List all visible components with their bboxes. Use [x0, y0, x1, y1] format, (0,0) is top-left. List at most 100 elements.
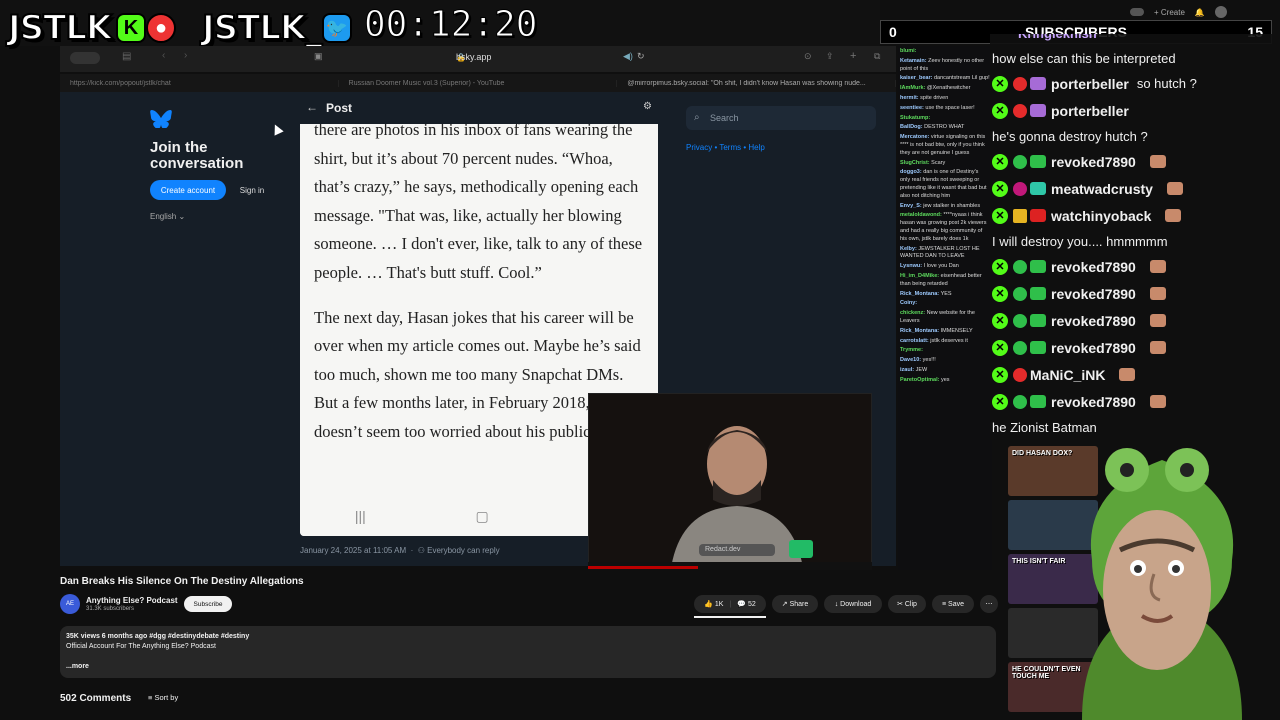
like-count: 1K	[714, 600, 724, 608]
small-chat-username[interactable]: SlugChrist:	[900, 160, 930, 166]
chat-username[interactable]: porterbeller	[1051, 76, 1129, 92]
back-arrow-icon[interactable]: ←	[306, 100, 318, 114]
settings-sliders-icon[interactable]: ⚙	[643, 101, 652, 112]
show-more-link[interactable]: ...more	[66, 662, 990, 672]
small-chat-username[interactable]: Mercatone:	[900, 134, 929, 140]
sort-by-button[interactable]: ≡ Sort by	[148, 693, 178, 702]
small-chat-username[interactable]: kaiser_bear:	[900, 75, 932, 81]
subscribe-button[interactable]: Subscribe	[184, 596, 232, 612]
description-box[interactable]: 35K views 6 months ago #dgg #destinydeba…	[60, 626, 996, 678]
chat-username[interactable]: revoked7890	[1051, 394, 1136, 410]
chat-username[interactable]: MaNiC_iNK	[1030, 367, 1105, 383]
channel-name[interactable]: Anything Else? Podcast	[86, 596, 178, 605]
recents-icon: |||	[354, 508, 366, 524]
small-chat-username[interactable]: IAmMurk:	[900, 85, 925, 91]
subscriber-badge-icon	[1030, 287, 1046, 300]
create-account-button[interactable]: Create account	[150, 180, 226, 200]
chat-username[interactable]: watchinyoback	[1051, 208, 1151, 224]
new-tab-icon[interactable]: +	[850, 50, 856, 62]
extension-icon[interactable]	[1130, 8, 1144, 16]
like-dislike-button[interactable]: 👍 1K | 💬 52	[694, 595, 766, 613]
comments-count: 502 Comments	[60, 693, 132, 704]
save-button[interactable]: ≡ Save	[932, 595, 974, 613]
tab-youtube[interactable]: Russian Doomer Music vol.3 (Superior) - …	[339, 79, 618, 87]
small-chat-username[interactable]: ParetoOptimal:	[900, 377, 939, 383]
small-chat-message: IAmMurk: @Xenathewitcher	[900, 85, 990, 93]
small-chat-username[interactable]: seentiee:	[900, 105, 924, 111]
small-chat-username[interactable]: Stukatump:	[900, 115, 930, 121]
mod-badge-icon[interactable]: ✕	[992, 312, 1008, 329]
window-controls[interactable]	[70, 52, 100, 64]
mod-badge-icon[interactable]: ✕	[992, 366, 1008, 383]
chat-username[interactable]: revoked7890	[1051, 340, 1136, 356]
subscriber-badge-icon	[1030, 182, 1046, 195]
footer-links[interactable]: Privacy • Terms • Help	[686, 143, 765, 152]
small-chat-message: Lysnwu: I love you Dan	[900, 263, 990, 271]
small-chat-username[interactable]: Kelby:	[900, 246, 917, 252]
share-icon[interactable]: ⇪	[826, 51, 834, 62]
chat-username[interactable]: porterbeller	[1051, 103, 1129, 119]
small-chat-message: chickenz: New website for the Leavers	[900, 310, 990, 326]
download-button[interactable]: ↓ Download	[824, 595, 882, 613]
avatar[interactable]	[1214, 6, 1227, 18]
mod-badge-icon[interactable]: ✕	[992, 75, 1008, 92]
small-chat-username[interactable]: carrotslatt:	[900, 338, 929, 344]
mod-badge-icon[interactable]: ✕	[992, 180, 1008, 197]
tab-bsky-post[interactable]: @mirrorpimus.bsky.social: "Oh shit, I di…	[617, 79, 897, 87]
small-chat-message: kaiser_bear: dancantstream Lil gup!	[900, 75, 990, 83]
chat-username[interactable]: revoked7890	[1051, 154, 1136, 170]
language-select[interactable]: English ⌄	[150, 212, 185, 221]
sidebar-icon[interactable]: ▤	[122, 51, 131, 62]
sign-in-button[interactable]: Sign in	[232, 180, 272, 200]
small-chat-username[interactable]: BallDog:	[900, 124, 923, 130]
mod-badge-icon[interactable]: ✕	[992, 339, 1008, 356]
chat-username[interactable]: revoked7890	[1051, 259, 1136, 275]
back-nav-icon[interactable]: ‹	[162, 50, 165, 61]
small-chat-username[interactable]: Dave10:	[900, 357, 921, 363]
mod-badge-icon[interactable]: ✕	[992, 153, 1008, 170]
more-button[interactable]: ⋯	[980, 595, 998, 613]
chat-username[interactable]: revoked7890	[1051, 313, 1136, 329]
small-chat-username[interactable]: metaloldawond:	[900, 212, 942, 218]
post-title: Post	[326, 101, 353, 115]
small-chat-username[interactable]: hermit:	[900, 95, 919, 101]
subscriber-badge-icon	[1030, 260, 1046, 273]
notifications-icon[interactable]: 🔔	[1195, 8, 1205, 17]
forward-nav-icon[interactable]: ›	[184, 50, 187, 61]
mod-badge-icon[interactable]: ✕	[992, 207, 1008, 224]
small-chat-username[interactable]: Trymme:	[900, 347, 923, 353]
address-bar[interactable]: bsky.app	[456, 52, 491, 62]
chat-message: ✕ revoked7890	[990, 334, 1280, 361]
reload-icon[interactable]: ↻	[637, 51, 645, 62]
audio-icon[interactable]: ◀)	[623, 51, 633, 62]
channel-avatar[interactable]: AE	[60, 594, 80, 614]
small-chat-username[interactable]: Rick_Montana:	[900, 291, 939, 297]
search-input[interactable]: ⌕ Search	[686, 106, 876, 130]
mod-badge-icon[interactable]: ✕	[992, 393, 1008, 410]
mod-badge-icon[interactable]: ✕	[992, 258, 1008, 275]
chat-username[interactable]: revoked7890	[1051, 286, 1136, 302]
small-chat-text: DESTRO WHAT	[924, 124, 965, 131]
download-icon[interactable]: ⊙	[804, 51, 812, 62]
mod-badge-icon[interactable]: ✕	[992, 285, 1008, 302]
small-chat-username[interactable]: Envy_S:	[900, 203, 922, 209]
small-chat-username[interactable]: izaul:	[900, 367, 914, 373]
mod-badge-icon[interactable]: ✕	[992, 102, 1008, 119]
download-label: Download	[840, 600, 872, 608]
small-chat-username[interactable]: blumi:	[900, 48, 917, 54]
small-chat-username[interactable]: chickenz:	[900, 310, 925, 316]
create-button[interactable]: + Create	[1154, 8, 1185, 17]
share-button[interactable]: ↗ Share	[772, 595, 818, 613]
clip-button[interactable]: ✂ Clip	[888, 595, 926, 613]
small-chat-username[interactable]: Coiny:	[900, 300, 917, 306]
tab-kick-chat[interactable]: https://kick.com/popout/jstlk/chat	[60, 79, 339, 87]
small-chat-username[interactable]: Hi_im_D4Mike:	[900, 273, 939, 279]
small-chat-username[interactable]: Lysnwu:	[900, 263, 922, 269]
chat-username[interactable]: meatwadcrusty	[1051, 181, 1153, 197]
small-chat-username[interactable]: Rick_Montana:	[900, 328, 939, 334]
reader-icon[interactable]: ▣	[314, 51, 323, 62]
tabs-overview-icon[interactable]: ⧉	[874, 51, 880, 62]
small-chat-text: yes!!!	[922, 357, 936, 364]
small-chat-username[interactable]: doggo3:	[900, 169, 922, 175]
small-chat-username[interactable]: Ketamain:	[900, 58, 927, 64]
